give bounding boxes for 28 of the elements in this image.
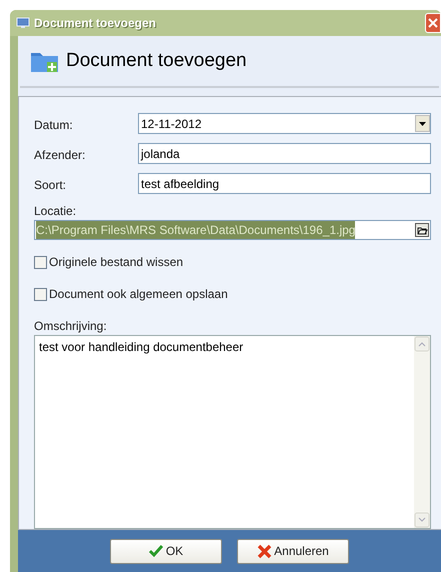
checkbox-label[interactable]: Originele bestand wissen xyxy=(49,253,184,271)
date-dropdown[interactable]: 12-11-2012 xyxy=(138,113,431,134)
open-folder-icon[interactable] xyxy=(415,223,429,237)
field-label: Afzender: xyxy=(34,147,86,164)
window-title: Document toevoegen xyxy=(34,15,156,32)
checkbox[interactable] xyxy=(34,256,47,268)
text-field[interactable]: jolanda xyxy=(138,143,431,164)
location-value: C:\Program Files\MRS Software\Data\Documents\196_1.jpg xyxy=(36,221,356,239)
field-label: Omschrijving: xyxy=(34,318,107,335)
check-icon xyxy=(148,544,164,558)
field-label: Soort: xyxy=(34,177,68,194)
monitor-icon xyxy=(16,17,30,29)
checkbox-label[interactable]: Document ook algemeen opslaan xyxy=(49,285,228,303)
field-label: Locatie: xyxy=(34,203,76,220)
ok-button[interactable]: OK xyxy=(110,538,222,564)
text-field[interactable]: test afbeelding xyxy=(138,173,431,194)
field-value: 12-11-2012 xyxy=(141,116,202,132)
field-value: test afbeelding xyxy=(141,176,220,192)
description-field[interactable]: test voor handleiding documentbeheer xyxy=(34,335,431,529)
close-icon xyxy=(428,18,438,28)
field-label: Datum: xyxy=(34,117,74,134)
dialog-heading: Document toevoegen xyxy=(66,48,247,73)
checkbox[interactable] xyxy=(34,288,47,300)
cancel-button[interactable]: Annuleren xyxy=(237,538,349,564)
field-value: jolanda xyxy=(141,146,181,162)
close-button[interactable] xyxy=(425,13,441,33)
description-text: test voor handleiding documentbeheer xyxy=(38,339,244,356)
cross-icon xyxy=(257,544,272,558)
